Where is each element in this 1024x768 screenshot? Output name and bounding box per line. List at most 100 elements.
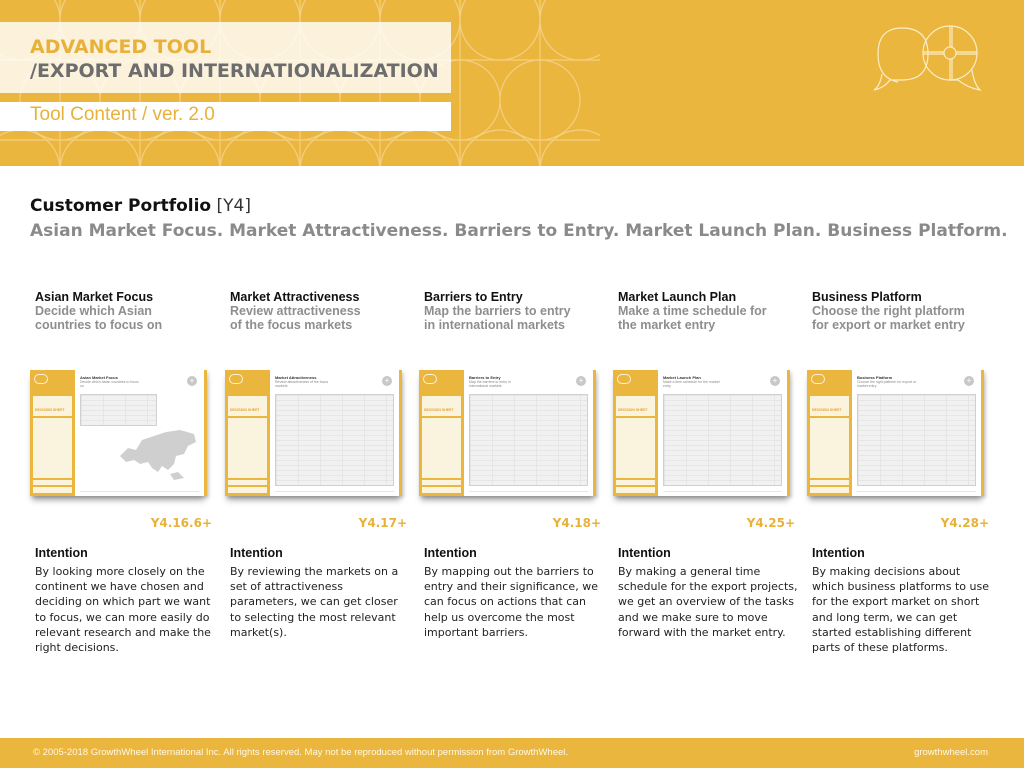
tool-card-5: Business Platform Choose the right platf…	[807, 290, 997, 654]
thumbnail-footer-line	[275, 491, 394, 492]
thumbnail-subtitle: Review attractiveness of the focus marke…	[275, 380, 329, 388]
section-title: Customer Portfolio [Y4]	[30, 196, 251, 216]
tool-reference-code: Y4.28+	[940, 516, 989, 530]
tool-description-line2: the market entry	[618, 318, 716, 332]
tool-name: Barriers to Entry	[424, 290, 523, 304]
thumbnail-footer-line	[663, 491, 782, 492]
thumbnail-decision-sheet-label: DECISION SHEET	[424, 408, 454, 412]
tool-description-line2: for export or market entry	[812, 318, 965, 332]
thumbnail-logo-icon	[34, 374, 48, 384]
thumbnail-header-box	[33, 396, 72, 416]
thumbnail-field-box	[810, 480, 849, 485]
tool-reference-code: Y4.16.6+	[150, 516, 212, 530]
thumbnail-right-strip	[593, 370, 596, 496]
tool-reference-code: Y4.25+	[746, 516, 795, 530]
thumbnail-header-box	[810, 396, 849, 416]
tool-reference-code: Y4.17+	[358, 516, 407, 530]
thumbnail-field-box	[810, 487, 849, 493]
decision-sheet-thumbnail[interactable]: DECISION SHEET Asian Market Focus Decide…	[30, 370, 207, 496]
thumbnail-decision-sheet-label: DECISION SHEET	[812, 408, 842, 412]
tool-description-line1: Make a time schedule for	[618, 304, 767, 318]
tool-card-4: Market Launch Plan Make a time schedule …	[613, 290, 803, 639]
thumbnail-logo-icon	[617, 374, 631, 384]
thumbnail-field-box	[228, 480, 267, 485]
thumbnail-right-strip	[787, 370, 790, 496]
thumbnail-instructions-box	[228, 418, 267, 478]
decision-sheet-thumbnail[interactable]: DECISION SHEET Business Platform Choose …	[807, 370, 984, 496]
thumbnail-subtitle: Make a time schedule for the market entr…	[663, 380, 720, 388]
intention-label: Intention	[230, 546, 283, 560]
tool-reference-code: Y4.18+	[552, 516, 601, 530]
header-banner: ADVANCED TOOL /EXPORT AND INTERNATIONALI…	[0, 0, 1024, 166]
thumbnail-table	[469, 394, 588, 486]
thumbnail-plus-icon: +	[382, 376, 392, 386]
thumbnail-table	[80, 394, 157, 426]
thumbnail-footer-line	[80, 491, 199, 492]
thumbnail-field-box	[616, 480, 655, 485]
tool-description-line1: Review attractiveness	[230, 304, 361, 318]
tool-name: Business Platform	[812, 290, 922, 304]
asia-map-icon	[120, 430, 196, 480]
thumbnail-header-box	[422, 396, 461, 416]
decision-sheet-thumbnail[interactable]: DECISION SHEET Market Launch Plan Make a…	[613, 370, 790, 496]
tool-description-line1: Map the barriers to entry	[424, 304, 571, 318]
thumbnail-field-box	[422, 480, 461, 485]
thumbnail-footer-line	[857, 491, 976, 492]
tool-description-line2: in international markets	[424, 318, 566, 332]
section-name: Customer Portfolio	[30, 196, 212, 216]
thumbnail-sidebar: DECISION SHEET	[225, 370, 270, 496]
tool-description-line1: Decide which Asian	[35, 304, 152, 318]
thumbnail-footer-line	[469, 491, 588, 492]
thumbnail-sidebar: DECISION SHEET	[807, 370, 852, 496]
thumbnail-plus-icon: +	[187, 376, 197, 386]
intention-text: By looking more closely on the continent…	[35, 565, 211, 655]
thumbnail-subtitle: Decide which Asian countries to focus on	[80, 380, 139, 388]
thumbnail-instructions-box	[616, 418, 655, 478]
growthwheel-logo-icon	[873, 25, 982, 91]
thumbnail-instructions-box	[422, 418, 461, 478]
thumbnail-instructions-box	[33, 418, 72, 478]
thumbnail-table	[663, 394, 782, 486]
intention-text: By mapping out the barriers to entry and…	[424, 565, 598, 639]
thumbnail-header-box	[228, 396, 267, 416]
intention-text: By reviewing the markets on a set of att…	[230, 565, 399, 639]
tool-level-title: ADVANCED TOOL	[30, 36, 212, 58]
thumbnail-decision-sheet-label: DECISION SHEET	[35, 408, 65, 412]
thumbnail-sidebar: DECISION SHEET	[30, 370, 75, 496]
footer: © 2005-2018 GrowthWheel International In…	[0, 738, 1024, 768]
tool-name: Asian Market Focus	[35, 290, 154, 304]
thumbnail-plus-icon: +	[576, 376, 586, 386]
thumbnail-subtitle: Choose the right platform for export or …	[857, 380, 917, 388]
tool-card-1: Asian Market Focus Decide which Asian co…	[30, 290, 220, 654]
thumbnail-decision-sheet-label: DECISION SHEET	[230, 408, 260, 412]
intention-label: Intention	[35, 546, 88, 560]
tool-category-title: /EXPORT AND INTERNATIONALIZATION	[30, 60, 439, 82]
thumbnail-field-box	[33, 487, 72, 493]
thumbnail-header-box	[616, 396, 655, 416]
thumbnail-plus-icon: +	[964, 376, 974, 386]
tool-description-line1: Choose the right platform	[812, 304, 965, 318]
thumbnail-sidebar: DECISION SHEET	[419, 370, 464, 496]
thumbnail-field-box	[422, 487, 461, 493]
thumbnail-instructions-box	[810, 418, 849, 478]
tool-card-3: Barriers to Entry Map the barriers to en…	[419, 290, 609, 639]
thumbnail-plus-icon: +	[770, 376, 780, 386]
tool-card-2: Market Attractiveness Review attractiven…	[225, 290, 415, 639]
decision-sheet-thumbnail[interactable]: DECISION SHEET Market Attractiveness Rev…	[225, 370, 402, 496]
thumbnail-logo-icon	[229, 374, 243, 384]
intention-text: By making decisions about which business…	[812, 565, 989, 655]
section-subtitle: Asian Market Focus. Market Attractivenes…	[30, 221, 1008, 241]
thumbnail-right-strip	[399, 370, 402, 496]
intention-label: Intention	[812, 546, 865, 560]
section-code: [Y4]	[216, 196, 251, 216]
decision-sheet-thumbnail[interactable]: DECISION SHEET Barriers to Entry Map the…	[419, 370, 596, 496]
intention-text: By making a general time schedule for th…	[618, 565, 798, 639]
thumbnail-field-box	[228, 487, 267, 493]
thumbnail-logo-icon	[423, 374, 437, 384]
thumbnail-field-box	[616, 487, 655, 493]
tool-description-line2: of the focus markets	[230, 318, 353, 332]
website-link[interactable]: growthwheel.com	[914, 747, 988, 758]
thumbnail-right-strip	[981, 370, 984, 496]
copyright-text: © 2005-2018 GrowthWheel International In…	[33, 747, 569, 758]
thumbnail-logo-icon	[811, 374, 825, 384]
